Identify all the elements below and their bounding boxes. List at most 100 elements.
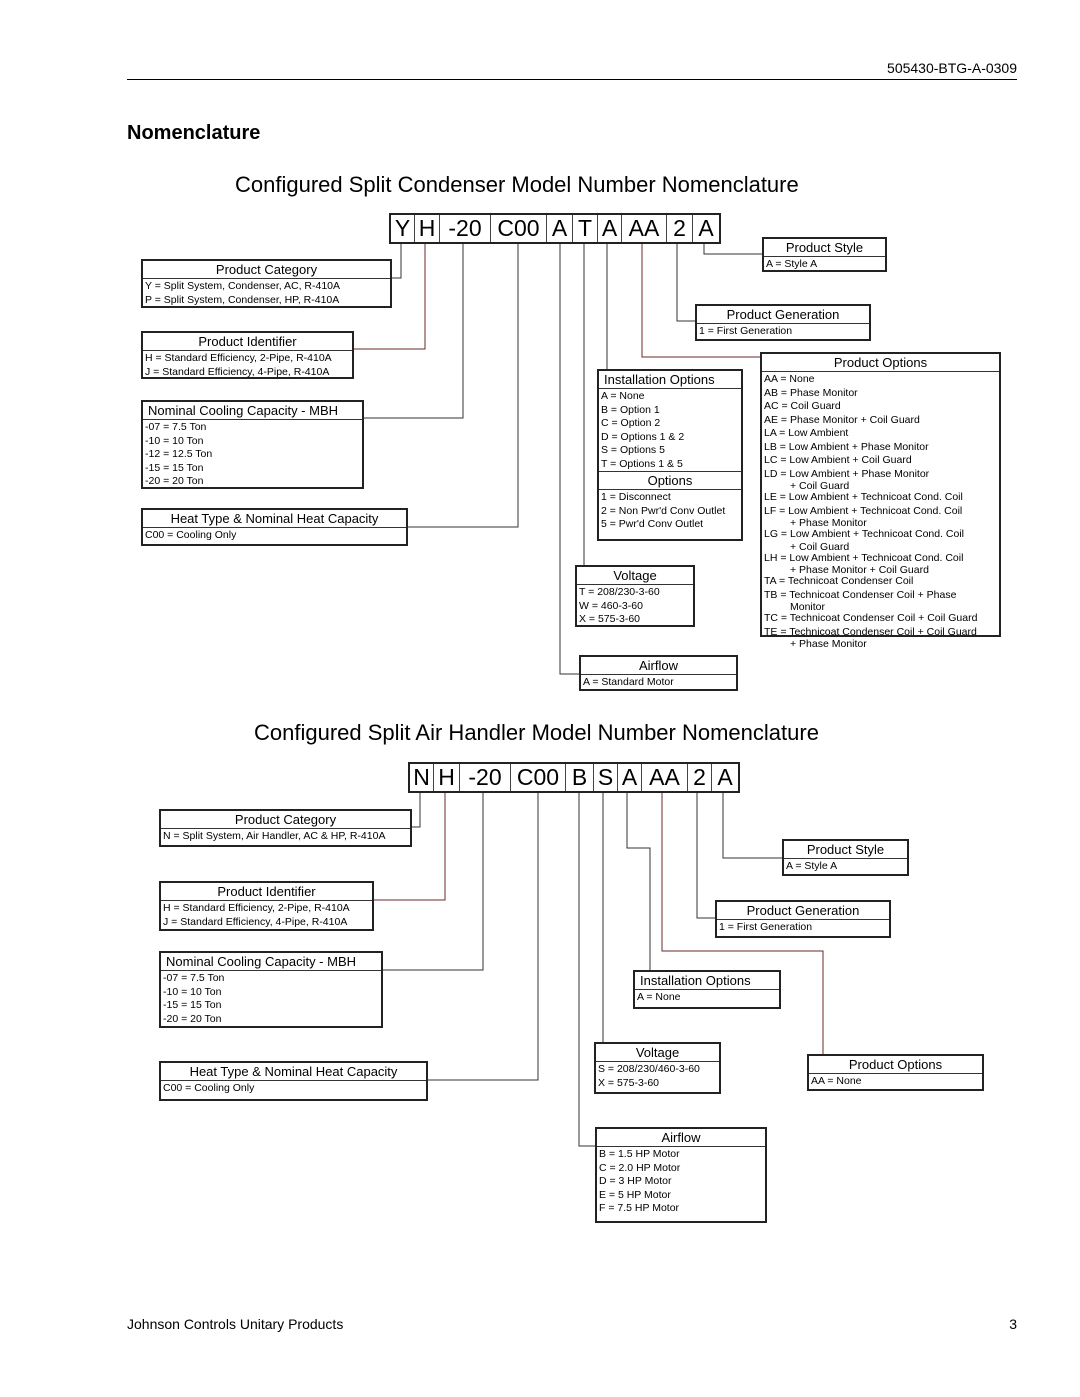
option-line: + Coil Guard [790, 480, 850, 492]
code-segment: C00 [491, 215, 547, 242]
option-item: AE = Phase Monitor + Coil Guard [764, 413, 920, 426]
box-header: Heat Type & Nominal Heat Capacity [161, 1063, 426, 1081]
option-item: W = 460-3-60 [579, 599, 643, 612]
connector-lines [354, 242, 824, 1147]
box-header: Product Style [784, 841, 907, 859]
code-segment: A [598, 215, 622, 242]
code-segment: 2 [667, 215, 693, 242]
airflow-box: Airflow A = Standard Motor [579, 655, 738, 691]
option-item: 2 = Non Pwr'd Conv Outlet [601, 504, 726, 517]
code-segment: N [410, 764, 434, 791]
option-item: E = 5 HP Motor [599, 1188, 671, 1201]
option-line: Monitor [790, 601, 826, 613]
option-item: D = Options 1 & 2 [601, 430, 685, 443]
option-item: X = 575-3-60 [579, 613, 641, 625]
option-item: T = Options 1 & 5 [601, 457, 683, 470]
option-item: P = Split System, Condenser, HP, R-410A [145, 293, 340, 306]
installation-options-box: Installation Options A = None B = Option 1… [597, 369, 743, 541]
product-generation-box: Product Generation 1 = First Generation [695, 304, 871, 341]
option-line: LG = Low Ambient + Technicoat Cond. Coil [764, 528, 965, 540]
nominal-cooling-capacity-box: Nominal Cooling Capacity - MBH -07 = 7.5 … [159, 951, 383, 1028]
connector-line [578, 791, 595, 1147]
code-segment: A [547, 215, 573, 242]
code-segment: T [573, 215, 598, 242]
option-item: LA = Low Ambient [764, 427, 849, 439]
box-items: 1 = First Generation [717, 920, 889, 935]
box-header: Product Generation [697, 306, 869, 324]
code-segment: 2 [688, 764, 712, 791]
option-line: + Phase Monitor [790, 517, 867, 529]
box-header: Airflow [597, 1129, 765, 1147]
box-items: AA = None [809, 1074, 982, 1089]
option-item: TE = Technicoat Condenser Coil + Coil Gu… [762, 626, 999, 650]
document-page: 505430-BTG-A-0309 Nomenclature Configure… [0, 0, 1080, 1397]
box-header: Installation Options [635, 972, 779, 990]
option-line: LF = Low Ambient + Technicoat Cond. Coil [764, 504, 963, 517]
option-item: -20 = 20 Ton [145, 475, 204, 487]
option-item: B = Option 1 [601, 403, 660, 416]
diagram-title: Configured Split Condenser Model Number … [235, 172, 799, 197]
installation-options-box: Installation Options A = None [633, 970, 781, 1009]
option-item: X = 575-3-60 [598, 1076, 660, 1089]
product-identifier-box: Product Identifier H = Standard Efficienc… [159, 881, 374, 931]
box-header: Airflow [581, 657, 736, 675]
box-items: 1 = First Generation [697, 324, 869, 339]
airflow-box: Airflow B = 1.5 HP Motor C = 2.0 HP Motor D… [595, 1127, 767, 1223]
code-segment: H [415, 215, 440, 242]
code-segment: AA [642, 764, 688, 791]
option-item: B = 1.5 HP Motor [599, 1148, 680, 1160]
code-segment: -20 [440, 215, 491, 242]
option-line: LH = Low Ambient + Technicoat Cond. Coil [764, 551, 964, 564]
option-item: -15 = 15 Ton [163, 999, 222, 1011]
option-item: LB = Low Ambient + Phase Monitor [764, 440, 929, 453]
box-items: -07 = 7.5 Ton -10 = 10 Ton -15 = 15 Ton -20… [161, 971, 381, 1026]
option-item: TC = Technicoat Condenser Coil + Coil Gu… [764, 612, 978, 624]
code-segment: AA [622, 215, 667, 242]
box-header: Product Category [143, 261, 390, 279]
box-items: C00 = Cooling Only [161, 1081, 426, 1096]
option-item: N = Split System, Air Handler, AC & HP, … [163, 830, 386, 842]
connector-line [392, 242, 402, 279]
model-number-code: Y H -20 C00 A T A AA 2 A [389, 213, 721, 244]
option-item: Y = Split System, Condenser, AC, R-410A [145, 280, 341, 292]
option-line: + Coil Guard [790, 540, 850, 553]
box-items: H = Standard Efficiency, 2-Pipe, R-410A J… [161, 901, 372, 929]
box-header: Options [599, 471, 741, 490]
option-item: A = None [637, 991, 681, 1003]
code-segment: H [434, 764, 460, 791]
option-item: H = Standard Efficiency, 2-Pipe, R-410A [163, 902, 350, 914]
option-item: -07 = 7.5 Ton [145, 421, 207, 433]
option-item: F = 7.5 HP Motor [599, 1202, 680, 1214]
option-item: AC = Coil Guard [764, 400, 841, 412]
box-header: Voltage [577, 567, 693, 585]
option-line: TE = Technicoat Condenser Coil + Coil Gu… [764, 625, 977, 638]
box-header: Voltage [596, 1044, 719, 1062]
code-segment: A [698, 215, 714, 241]
option-item: J = Standard Efficiency, 4-Pipe, R-410A [145, 365, 330, 378]
box-items: A = Style A [784, 859, 907, 874]
option-item: C00 = Cooling Only [163, 1082, 255, 1094]
voltage-box: Voltage S = 208/230/460-3-60 X = 575-3-60 [594, 1042, 721, 1094]
box-header: Nominal Cooling Capacity - MBH [161, 953, 381, 971]
box-items: A = None B = Option 1C = Option 2D = Opti… [599, 389, 741, 471]
option-item: LD = Low Ambient + Phase Monitor + Coil G… [762, 468, 999, 492]
heat-type-box: Heat Type & Nominal Heat Capacity C00 = C… [159, 1061, 428, 1101]
heat-type-box: Heat Type & Nominal Heat Capacity C00 = C… [141, 508, 408, 546]
option-item: H = Standard Efficiency, 2-Pipe, R-410A [145, 352, 332, 364]
product-options-box: Product Options AA = None [807, 1054, 984, 1091]
option-item: -10 = 10 Ton [145, 434, 204, 447]
option-item: S = 208/230/460-3-60 [598, 1063, 700, 1075]
box-items: B = 1.5 HP Motor C = 2.0 HP Motor D = 3 HP… [597, 1147, 765, 1216]
option-item: 1 = Disconnect [601, 491, 671, 503]
option-item: T = 208/230-3-60 [579, 586, 660, 598]
box-header: Product Options [809, 1056, 982, 1074]
box-items: C00 = Cooling Only [143, 528, 406, 543]
connector-line [626, 791, 651, 970]
connector-line [722, 791, 782, 859]
code-segment: -20 [460, 764, 511, 791]
option-item: AB = Phase Monitor [764, 386, 858, 399]
code-segment: C00 [511, 764, 566, 791]
box-header: Installation Options [599, 371, 741, 389]
code-segment: A [717, 764, 733, 790]
code-segment: S [594, 764, 618, 791]
